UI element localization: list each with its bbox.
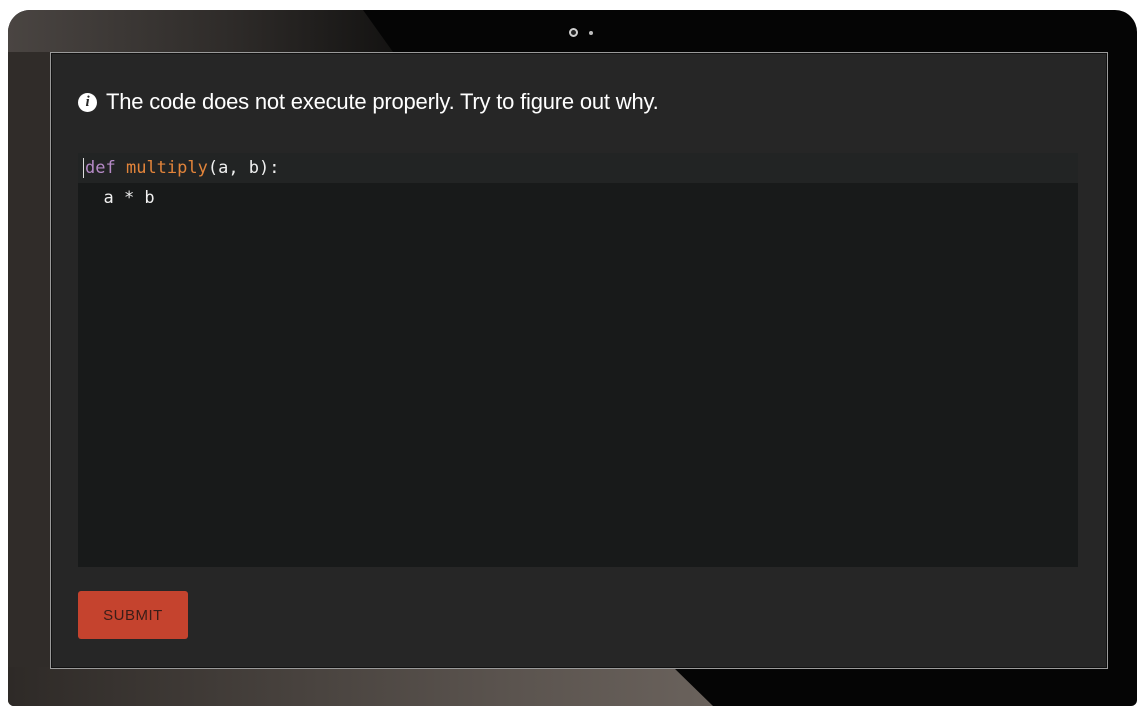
code-line[interactable]: a * b: [78, 183, 1078, 213]
instruction: i The code does not execute properly. Tr…: [78, 89, 659, 115]
code-token-function: multiply: [125, 158, 208, 178]
webcam-icon: [569, 28, 578, 37]
webcam-light-icon: [589, 31, 593, 35]
code-token-keyword: def: [85, 158, 116, 178]
code-token-plain: a * b: [83, 188, 155, 208]
code-editor[interactable]: def multiply(a, b): a * b: [78, 153, 1078, 567]
instruction-text: The code does not execute properly. Try …: [106, 89, 659, 114]
code-line[interactable]: def multiply(a, b):: [78, 153, 1078, 183]
screen: i The code does not execute properly. Tr…: [50, 52, 1108, 669]
info-icon: i: [78, 92, 97, 112]
text-cursor: [83, 158, 84, 178]
code-token-plain: (a, b):: [207, 158, 280, 178]
laptop-frame: i The code does not execute properly. Tr…: [8, 10, 1137, 706]
submit-button[interactable]: SUBMIT: [78, 591, 188, 639]
